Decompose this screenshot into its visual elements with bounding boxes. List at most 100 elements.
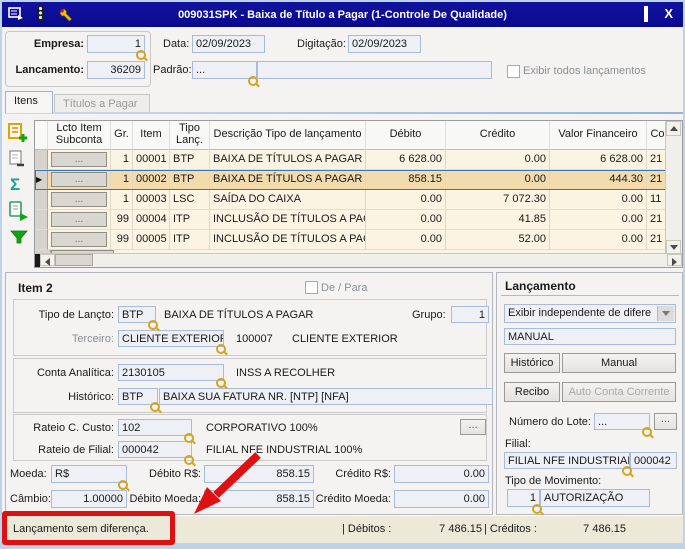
row-selector[interactable] [35,230,48,250]
numero-lote-more-button[interactable]: ... [654,413,677,430]
horizontal-scrollbar[interactable] [35,253,682,267]
exibir-dropdown[interactable]: Exibir independente de difere [504,304,676,323]
padrao-desc-field[interactable] [257,61,492,79]
cell-credito[interactable]: 0.00 [446,170,550,190]
tipo-movimento-desc-field[interactable]: AUTORIZAÇÃO [540,489,650,507]
empresa-field[interactable]: 1 [87,35,145,53]
row-selector-active[interactable]: ▶ [35,170,48,190]
cell-credito[interactable]: 7 072.30 [446,190,550,210]
filter-icon[interactable] [10,230,32,252]
numero-lote-lookup-icon[interactable] [642,427,652,437]
cell-descricao[interactable]: INCLUSÃO DE TÍTULOS A PAGAR [210,210,366,230]
terceiro-field[interactable]: CLIENTE EXTERIOR [118,330,224,347]
scrollbar-thumb[interactable] [55,254,93,266]
rateio-custo-field[interactable]: 102 [118,419,192,436]
cell-tipo[interactable]: BTP [170,170,210,190]
cell-debito[interactable]: 0.00 [366,190,446,210]
add-item-icon[interactable] [8,123,30,145]
moeda-field[interactable]: R$ [51,465,127,483]
cell-descricao[interactable]: BAIXA DE TÍTULOS A PAGAR [210,170,366,190]
cell-gr[interactable]: 1 [111,190,133,210]
cell-gr[interactable]: 1 [111,150,133,170]
col-item[interactable]: Item [133,121,170,150]
col-descricao[interactable]: Descrição Tipo de lançamento [210,121,366,150]
terceiro-lookup-icon[interactable] [216,344,226,354]
cell-item[interactable]: 00004 [133,210,170,230]
numero-lote-field[interactable]: ... [594,413,650,430]
cell-debito[interactable]: 6 628.00 [366,150,446,170]
tab-titulos-a-pagar[interactable]: Títulos a Pagar [54,94,150,114]
cell-item[interactable]: 00005 [133,230,170,250]
subconta-button[interactable]: ... [51,212,107,227]
cell-credito[interactable]: 0.00 [446,150,550,170]
form-icon[interactable] [8,6,24,24]
conta-analitica-lookup-icon[interactable] [216,378,226,388]
manual-field[interactable]: MANUAL [504,328,676,345]
cell-gr[interactable]: 99 [111,230,133,250]
cell-item[interactable]: 00003 [133,190,170,210]
cell-gr[interactable]: 1 [111,170,133,190]
cell-tipo[interactable]: ITP [170,230,210,250]
tipo-lancto-lookup-icon[interactable] [148,320,158,330]
cell-credito[interactable]: 41.85 [446,210,550,230]
row-selector[interactable] [35,150,48,170]
col-credito[interactable]: Crédito [446,121,550,150]
cell-gr[interactable]: 99 [111,210,133,230]
cell-descricao[interactable]: BAIXA DE TÍTULOS A PAGAR [210,150,366,170]
cell-valor[interactable]: 0.00 [550,210,647,230]
tipo-movimento-lookup-icon[interactable] [532,504,542,514]
tab-itens[interactable]: Itens [5,91,53,113]
auto-conta-corrente-button[interactable]: Auto Conta Corrente [562,382,676,402]
cell-item[interactable]: 00002 [133,170,170,190]
recibo-button[interactable]: Recibo [504,382,560,402]
row-selector[interactable] [35,190,48,210]
subconta-button[interactable]: ... [51,232,107,247]
manual-button[interactable]: Manual [562,353,676,373]
table-row[interactable]: ... 1 00001 BTP BAIXA DE TÍTULOS A PAGAR… [35,150,682,170]
sum-icon[interactable]: Σ [10,175,32,197]
cell-valor[interactable]: 0.00 [550,230,647,250]
debito-moeda-field[interactable]: 858.15 [204,490,314,508]
cell-valor[interactable]: 444.30 [550,170,647,190]
historico-text-field[interactable]: BAIXA SUA FATURA NR. [NTP] [NFA] [159,388,493,405]
rateio-custo-more-button[interactable]: ... [460,419,486,435]
padrao-lookup-icon[interactable] [248,76,258,86]
lancamento-field[interactable]: 36209 [87,61,145,79]
filial-code-field[interactable]: 000042 [630,452,677,469]
close-button[interactable]: X [664,6,673,22]
row-selector[interactable] [35,210,48,230]
digitacao-field[interactable]: 02/09/2023 [348,35,421,53]
cell-debito[interactable]: 0.00 [366,230,446,250]
cell-tipo[interactable]: ITP [170,210,210,230]
filial-lookup-icon[interactable] [622,466,632,476]
empresa-lookup-icon[interactable] [136,50,146,60]
rateio-custo-lookup-icon[interactable] [184,433,194,443]
cell-valor[interactable]: 0.00 [550,190,647,210]
table-row[interactable]: ... 1 00003 LSC SAÍDA DO CAIXA 0.00 7 07… [35,190,682,210]
cell-valor[interactable]: 6 628.00 [550,150,647,170]
subconta-button[interactable]: ... [51,152,107,167]
wrench-icon[interactable] [57,6,74,25]
col-debito[interactable]: Débito [366,121,446,150]
table-row[interactable]: ... 99 00005 ITP INCLUSÃO DE TÍTULOS A P… [35,230,682,250]
vertical-scrollbar[interactable] [665,121,682,256]
padrao-field[interactable]: ... [192,61,257,79]
chevron-down-icon[interactable] [657,306,674,321]
traffic-light-icon[interactable] [36,5,45,25]
historico-lookup-icon[interactable] [150,402,160,412]
cell-debito[interactable]: 0.00 [366,210,446,230]
exibir-todos-checkbox[interactable] [507,65,520,78]
cambio-field[interactable]: 1.00000 [51,490,127,508]
col-valor-financeiro[interactable]: Valor Financeiro [550,121,647,150]
credito-moeda-field[interactable]: 0.00 [394,490,489,508]
conta-analitica-field[interactable]: 2130105 [118,364,224,381]
filial-name-field[interactable]: FILIAL NFE INDUSTRIAL [504,452,630,469]
de-para-checkbox[interactable] [305,281,318,294]
debito-rs-field[interactable]: 858.15 [204,465,314,483]
cell-tipo[interactable]: LSC [170,190,210,210]
col-subconta[interactable]: Lcto Item Subconta [48,121,111,150]
copy-export-icon[interactable] [9,201,31,223]
title-bar[interactable]: 009031SPK - Baixa de Título a Pagar (1-C… [2,2,683,27]
col-gr[interactable]: Gr. [111,121,133,150]
remove-item-icon[interactable] [9,150,31,172]
